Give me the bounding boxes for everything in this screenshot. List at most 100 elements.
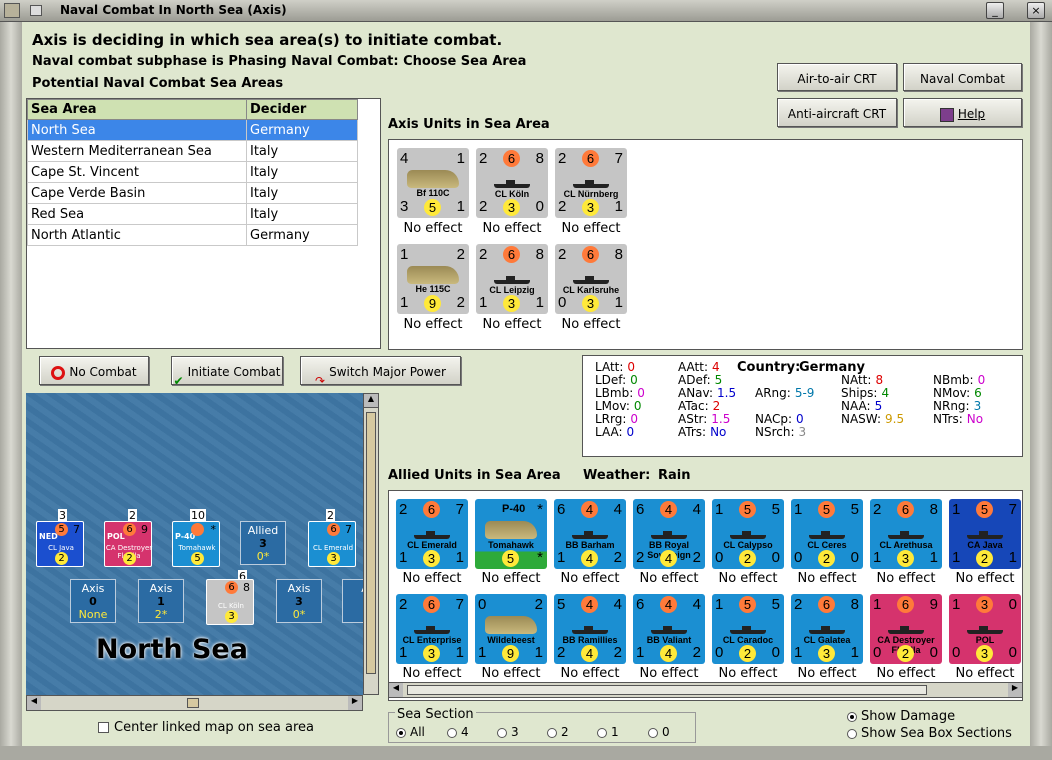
unit-counter[interactable]: 5 4 4 BB Ramillies 2 4 2 (554, 594, 626, 664)
unit-counter[interactable]: 6 4 4 BB Barham 1 4 2 (554, 499, 626, 569)
aircraft-icon (407, 170, 459, 188)
switch-major-power-button[interactable]: ↷Switch Major Power (300, 356, 461, 388)
unit-counter[interactable]: 1 5 5 CL Calypso 0 2 0 (712, 499, 784, 569)
minimize-icon[interactable]: _ (986, 2, 1004, 19)
unit-counter[interactable]: 2 6 8 CL Köln 2 3 0 (476, 148, 548, 218)
sea-section-option[interactable]: 0 (648, 725, 670, 739)
sea-box-section[interactable]: Axis 0 None (70, 579, 116, 623)
table-row[interactable]: Cape Verde Basin Italy (27, 182, 358, 204)
unit-counter[interactable]: 1 5 7 CA Java 1 2 1 (949, 499, 1021, 569)
unit-counter[interactable]: 2 6 8 CL Arethusa 1 3 1 (870, 499, 942, 569)
allied-horizontal-scrollbar[interactable]: ◀ ▶ (388, 682, 1023, 698)
show-damage-option[interactable]: Show Damage (847, 709, 955, 724)
table-row[interactable]: Western Mediterranean Sea Italy (27, 140, 358, 162)
sea-area-cell[interactable]: Western Mediterranean Sea (27, 140, 247, 162)
table-row[interactable]: Cape St. Vincent Italy (27, 161, 358, 183)
sea-section-option[interactable]: 4 (447, 725, 469, 739)
map-horizontal-scrollbar[interactable]: ◀ ▶ (26, 695, 363, 711)
decider-cell[interactable]: Germany (246, 224, 358, 246)
sea-section-radio[interactable] (447, 727, 457, 738)
allied-scroll-thumb[interactable] (407, 685, 927, 695)
help-button[interactable]: Help (903, 98, 1022, 127)
unit-counter[interactable]: 1 3 0 POL 0 3 0 (949, 594, 1021, 664)
allied-scroll-right[interactable]: ▶ (1008, 683, 1022, 697)
unit-counter[interactable]: 2 6 7 CL Nürnberg 2 3 1 (555, 148, 627, 218)
sea-section-option[interactable]: 1 (597, 725, 619, 739)
sea-section-option[interactable]: 3 (497, 725, 519, 739)
map-unit-counter[interactable]: P-40 * Tomahawk 5 (172, 521, 220, 567)
decider-cell[interactable]: Italy (246, 161, 358, 183)
close-icon[interactable]: × (1027, 2, 1045, 19)
unit-counter[interactable]: 6 4 4 BB Valiant 1 4 2 (633, 594, 705, 664)
decider-cell[interactable]: Italy (246, 182, 358, 204)
center-map-checkbox[interactable]: Center linked map on sea area (98, 720, 314, 735)
sea-area-table: Sea Area Decider North Sea Germany Western… (27, 99, 358, 246)
decider-cell[interactable]: Germany (246, 119, 358, 141)
table-row[interactable]: North Sea Germany (27, 119, 358, 141)
sea-section-radio[interactable] (597, 727, 607, 738)
sea-box-section[interactable]: Axis 3 0* (276, 579, 322, 623)
decider-cell[interactable]: Italy (246, 140, 358, 162)
unit-counter[interactable]: 0 2 Wildebeest 1 9 1 (475, 594, 547, 664)
unit-counter[interactable]: 4 1 Bf 110C 3 5 1 (397, 148, 469, 218)
air-to-air-crt-button[interactable]: Air-to-air CRT (777, 63, 897, 91)
unit-counter[interactable]: 2 6 8 CL Leipzig 1 3 1 (476, 244, 548, 314)
initiate-combat-button[interactable]: ✔Initiate Combat (171, 356, 283, 388)
table-row[interactable]: North Atlantic Germany (27, 224, 358, 246)
sea-section-radio[interactable] (396, 727, 406, 738)
sea-area-cell[interactable]: North Atlantic (27, 224, 247, 246)
unit-counter[interactable]: 2 6 8 CL Galatea 1 3 1 (791, 594, 863, 664)
col-sea-area[interactable]: Sea Area (27, 99, 247, 120)
stat-value: 0 (796, 412, 804, 426)
show-boxes-radio[interactable] (847, 728, 857, 739)
sea-box-section[interactable]: A (342, 579, 363, 623)
allied-scroll-left[interactable]: ◀ (389, 683, 403, 697)
sea-area-map[interactable]: 3 2 1 0 2 6 NED57 CL Java2 POL69CA Destroyer Flo… (26, 393, 363, 695)
unit-counter[interactable]: 1 5 5 CL Ceres 0 2 0 (791, 499, 863, 569)
stat-value: 1.5 (717, 386, 737, 400)
col-decider[interactable]: Decider (246, 99, 358, 120)
system-menu-icon[interactable] (30, 5, 42, 16)
map-unit-counter[interactable]: 6 7 CL Emerald 3 (308, 521, 356, 567)
unit-counter[interactable]: 1 2 He 115C 1 9 2 (397, 244, 469, 314)
unit-counter[interactable]: 169CA Destroyer Flotilla020 (870, 594, 942, 664)
unit-counter[interactable]: 2 6 7 CL Emerald 1 3 1 (396, 499, 468, 569)
unit-counter[interactable]: P-40 * Tomahawk 5 * (475, 499, 547, 569)
sea-box-section[interactable]: Allied 3 0* (240, 521, 286, 565)
unit-counter[interactable]: 644BB Royal Sovereign242 (633, 499, 705, 569)
scroll-thumb-h[interactable] (187, 698, 199, 708)
sea-box-section[interactable]: Axis 1 2* (138, 579, 184, 623)
scroll-thumb[interactable] (366, 412, 376, 674)
sea-area-cell[interactable]: Cape St. Vincent (27, 161, 247, 183)
sea-area-cell[interactable]: Red Sea (27, 203, 247, 225)
show-boxes-option[interactable]: Show Sea Box Sections (847, 726, 1012, 741)
sea-section-option[interactable]: 2 (547, 725, 569, 739)
map-counter-name: CL Emerald (312, 544, 354, 552)
sea-section-radio[interactable] (648, 727, 658, 738)
sea-area-cell[interactable]: Cape Verde Basin (27, 182, 247, 204)
no-entry-icon (51, 365, 66, 380)
naval-combat-chart-button[interactable]: Naval Combat Chart (903, 63, 1022, 116)
show-damage-radio[interactable] (847, 711, 857, 722)
unit-counter[interactable]: 2 6 7 CL Enterprise 1 3 1 (396, 594, 468, 664)
unit-counter[interactable]: 2 6 8 CL Karlsruhe 0 3 1 (555, 244, 627, 314)
map-unit-counter[interactable]: 6 8 CL Köln 3 (206, 579, 254, 625)
unit-counter[interactable]: 1 5 5 CL Caradoc 0 2 0 (712, 594, 784, 664)
sea-section-radio[interactable] (547, 727, 557, 738)
scroll-up-arrow[interactable]: ▲ (364, 394, 378, 408)
scroll-right-arrow[interactable]: ▶ (348, 696, 362, 710)
sea-section-radio[interactable] (497, 727, 507, 738)
sea-section-option[interactable]: All (396, 725, 425, 739)
map-unit-counter[interactable]: POL69CA Destroyer Flotilla2 (104, 521, 152, 567)
table-row[interactable]: Red Sea Italy (27, 203, 358, 225)
decider-cell[interactable]: Italy (246, 203, 358, 225)
sea-area-cell[interactable]: North Sea (27, 119, 247, 141)
anti-aircraft-crt-button[interactable]: Anti-aircraft CRT (777, 98, 897, 127)
map-unit-counter[interactable]: NED 5 7 CL Java 2 (36, 521, 84, 567)
counter-top-left: 4 (400, 150, 409, 167)
map-vertical-scrollbar[interactable]: ▲ (363, 393, 379, 695)
checkbox-box[interactable] (98, 722, 109, 733)
no-combat-button[interactable]: No Combat (39, 356, 149, 385)
stat-item: LDef: 0 (595, 373, 638, 387)
scroll-left-arrow[interactable]: ◀ (27, 696, 41, 710)
